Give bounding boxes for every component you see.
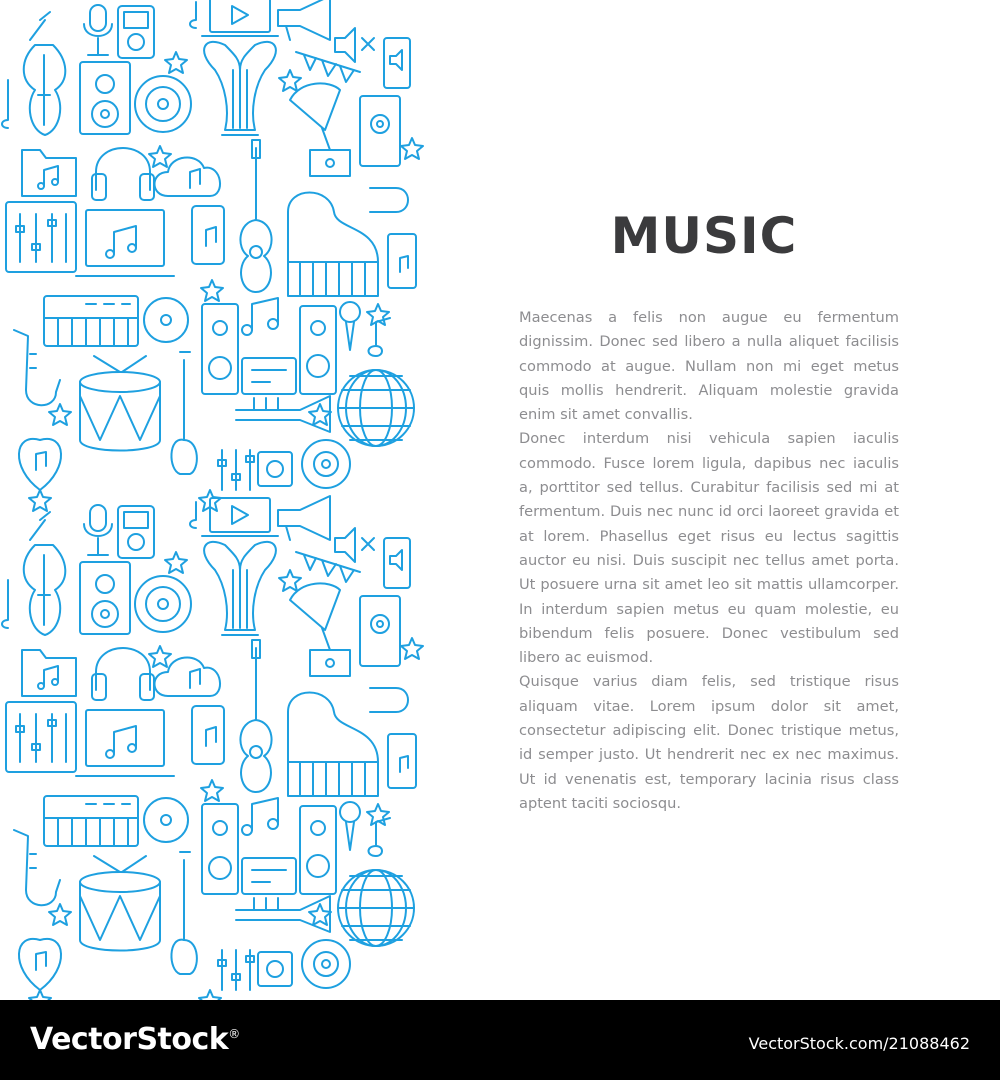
page-title: MUSIC xyxy=(610,207,798,265)
pattern-canvas xyxy=(1,0,424,1000)
image-credit: VectorStock.com/21088462 xyxy=(748,1034,970,1053)
vectorstock-logo: VectorStock® xyxy=(30,1022,240,1057)
paragraph: Donec interdum nisi vehicula sapien iacu… xyxy=(519,430,899,667)
logo-text: VectorStock xyxy=(30,1022,229,1057)
paragraph: Quisque varius diam felis, sed tristique… xyxy=(519,673,899,812)
paragraph: Maecenas a felis non augue eu fermentum … xyxy=(519,309,899,424)
text-content: MUSIC Maecenas a felis non augue eu ferm… xyxy=(519,196,899,816)
registered-mark: ® xyxy=(228,1027,240,1041)
watermark-footer: VectorStock® VectorStock.com/21088462 xyxy=(0,1000,1000,1080)
music-icon-pattern xyxy=(0,0,432,1000)
body-text: Maecenas a felis non augue eu fermentum … xyxy=(519,306,899,816)
